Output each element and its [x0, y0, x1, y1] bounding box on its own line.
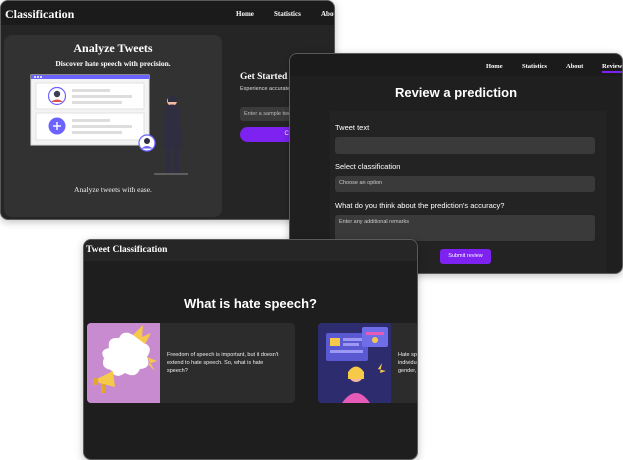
hero-title: Analyze Tweets	[73, 41, 153, 55]
submit-review-button[interactable]: Submit review	[440, 249, 491, 264]
navbar: Classification Home Statistics Abou	[1, 1, 334, 25]
navbar: Tweet Classification	[84, 240, 417, 261]
brand-logo[interactable]: Tweet Classification	[86, 245, 167, 255]
hero-subtitle: Discover hate speech with precision.	[55, 59, 171, 68]
megaphone-illustration	[87, 323, 160, 403]
nav-home[interactable]: Home	[236, 10, 254, 18]
nav-statistics[interactable]: Statistics	[274, 10, 301, 18]
section-title: What is hate speech?	[184, 296, 317, 311]
person-avatar-icon	[47, 86, 67, 106]
nav-statistics[interactable]: Statistics	[522, 63, 547, 70]
tweet-text-field[interactable]	[335, 137, 595, 154]
nav-review[interactable]: Review	[602, 63, 622, 73]
standing-person-icon	[154, 95, 188, 175]
classification-select[interactable]: Choose an option	[335, 176, 595, 192]
tweet-text-label: Tweet text	[335, 123, 370, 132]
info-card: Hate sp individu gender,	[318, 323, 417, 403]
page-title: Review a prediction	[394, 85, 518, 100]
classification-label: Select classification	[335, 162, 401, 171]
remarks-label: What do you think about the prediction's…	[335, 201, 505, 210]
hero-caption: Analyze tweets with ease.	[74, 185, 152, 194]
brand-logo[interactable]: Classification	[5, 7, 74, 22]
nav-home[interactable]: Home	[486, 63, 503, 70]
remarks-textarea[interactable]: Enter any additional remarks	[335, 215, 595, 241]
classification-window: Classification Home Statistics Abou Anal…	[0, 0, 335, 220]
navbar: Home Statistics About Review	[290, 54, 622, 76]
card-text: Hate sp individu gender,	[398, 352, 417, 374]
card-text: Freedom of speech is important, but it d…	[167, 352, 279, 374]
dashboard-illustration	[318, 323, 391, 403]
nav-about[interactable]: About	[566, 63, 583, 70]
plus-icon	[48, 117, 66, 135]
small-avatar-icon	[138, 134, 156, 152]
tweet-classification-window: Tweet Classification What is hate speech…	[83, 239, 418, 460]
nav-about[interactable]: Abou	[321, 10, 334, 18]
info-card: Freedom of speech is important, but it d…	[87, 323, 295, 403]
hero-card: Analyze Tweets Discover hate speech with…	[4, 35, 222, 217]
tweet-illustration	[30, 74, 188, 175]
